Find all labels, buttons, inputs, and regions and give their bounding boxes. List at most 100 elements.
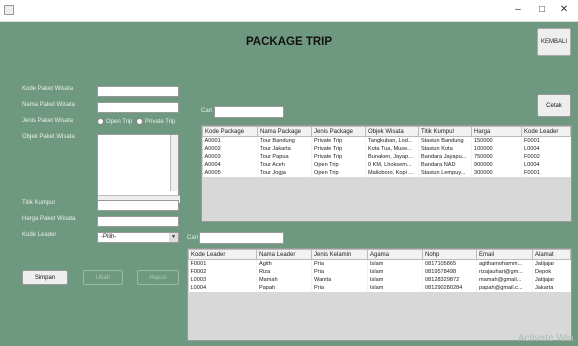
column-header[interactable]: Objek Wisata bbox=[365, 126, 419, 137]
table-cell: A0002 bbox=[202, 144, 258, 153]
private-trip-radio[interactable]: Private Trip bbox=[136, 118, 175, 125]
table-cell: Pria bbox=[311, 267, 368, 276]
table-row[interactable]: A0004 Tour Aceh Open Trip 0 KM, Lhoksem... B… bbox=[202, 160, 571, 169]
package-search-input[interactable] bbox=[214, 106, 284, 118]
table-cell: Tour Aceh bbox=[257, 160, 312, 169]
table-row[interactable]: A0001 Tour Bandung Private Trip Tangkuban, … bbox=[202, 136, 571, 145]
open-trip-label: Open Trip bbox=[106, 118, 133, 125]
table-cell: Private Trip bbox=[311, 144, 366, 153]
table-cell: Jatijajar bbox=[532, 259, 571, 268]
table-cell: Islam bbox=[367, 283, 423, 292]
column-header[interactable]: Harga bbox=[471, 126, 522, 137]
ubah-button[interactable]: Ubah bbox=[83, 270, 123, 285]
table-cell: Open Trip bbox=[311, 160, 366, 169]
table-cell: Pria bbox=[311, 283, 368, 292]
harga-input[interactable] bbox=[97, 216, 179, 227]
column-header[interactable]: Agama bbox=[367, 249, 423, 260]
table-cell: Bandara Jayapu... bbox=[418, 152, 472, 161]
header: PACKAGE TRIP KEMBALI bbox=[0, 22, 578, 62]
maximize-icon[interactable]: □ bbox=[534, 4, 550, 16]
hapus-button[interactable]: Hapus bbox=[137, 270, 179, 285]
table-cell: A0001 bbox=[202, 136, 258, 145]
kembali-button[interactable]: KEMBALI bbox=[537, 28, 571, 56]
radio-icon bbox=[97, 118, 104, 125]
table-cell: 900000 bbox=[471, 160, 522, 169]
table-cell: 0 KM, Lhoksem... bbox=[365, 160, 419, 169]
table-cell: L0004 bbox=[188, 283, 257, 292]
kode-leader-select[interactable]: -Pilih- ▼ bbox=[97, 232, 179, 243]
nama-paket-label: Nama Paket Wisata bbox=[22, 102, 76, 108]
table-cell: 750000 bbox=[471, 152, 522, 161]
table-cell: A0004 bbox=[202, 160, 258, 169]
table-cell: Islam bbox=[367, 259, 423, 268]
column-header[interactable]: Kode Leader bbox=[188, 249, 257, 260]
objek-paket-label: Objek Paket Wisata bbox=[22, 134, 75, 140]
table-cell: A0003 bbox=[202, 152, 258, 161]
harga-label: Harga Paket Wisata bbox=[22, 216, 76, 222]
table-cell: papah@gmail.c... bbox=[476, 283, 533, 292]
table-cell: Tour Bandung bbox=[257, 136, 312, 145]
cetak-button[interactable]: Cetak bbox=[537, 94, 571, 117]
leader-table[interactable]: Kode Leader Nama Leader Jenis Kelamin Ag… bbox=[187, 248, 572, 341]
simpan-button[interactable]: Simpan bbox=[22, 270, 68, 285]
table-cell: Agith bbox=[256, 259, 312, 268]
vertical-scrollbar[interactable] bbox=[170, 135, 178, 191]
column-header[interactable]: Kode Leader bbox=[521, 126, 571, 137]
table-cell: F0002 bbox=[188, 267, 257, 276]
table-row[interactable]: F0002 Riza Pria Islam 0819578498 rizajauhari@… bbox=[188, 267, 571, 276]
table-cell: Mamah bbox=[256, 275, 312, 284]
table-row[interactable]: L0004 Papah Pria Islam 081290280284 papah@gma… bbox=[188, 283, 571, 292]
nama-paket-input[interactable] bbox=[97, 102, 179, 113]
table-row[interactable]: A0002 Tour Jakarta Private Trip Kota Tua, M… bbox=[202, 144, 571, 153]
open-trip-radio[interactable]: Open Trip bbox=[97, 118, 132, 125]
table-cell: Tour Papua bbox=[257, 152, 312, 161]
table-cell: Riza bbox=[256, 267, 312, 276]
table-cell: F0002 bbox=[521, 152, 571, 161]
table-cell: Malioboro, Kopi ... bbox=[365, 168, 419, 177]
minimize-icon[interactable]: – bbox=[510, 4, 526, 16]
package-table[interactable]: Kode Package Nama Package Jenis Package … bbox=[201, 125, 572, 222]
column-header[interactable]: Jenis Package bbox=[311, 126, 366, 137]
app-icon bbox=[4, 5, 14, 15]
table-cell: Jakarta bbox=[532, 283, 571, 292]
objek-paket-textarea[interactable] bbox=[97, 134, 180, 204]
column-header[interactable]: Nama Leader bbox=[256, 249, 312, 260]
table-row[interactable]: F0001 Agith Pria Islam 0817105865 agithamoham… bbox=[188, 259, 571, 268]
table-cell: 100000 bbox=[471, 144, 522, 153]
column-header[interactable]: Jenis Kelamin bbox=[311, 249, 368, 260]
table-cell: Depok bbox=[532, 267, 571, 276]
column-header[interactable]: Nohp bbox=[422, 249, 477, 260]
column-header[interactable]: Titik Kumpul bbox=[418, 126, 472, 137]
table-cell: Islam bbox=[367, 275, 423, 284]
leader-search-input[interactable] bbox=[199, 232, 284, 244]
page-title: PACKAGE TRIP bbox=[245, 36, 333, 48]
column-header[interactable]: Alamat bbox=[532, 249, 571, 260]
table-row[interactable]: L0003 Mamah Wanita Islam 08128329872 mamah@gm… bbox=[188, 275, 571, 284]
table-cell: Tour Jakarta bbox=[257, 144, 312, 153]
table-cell: Private Trip bbox=[311, 152, 366, 161]
table-row[interactable]: A0003 Tour Papua Private Trip Bunaken, Jaya… bbox=[202, 152, 571, 161]
close-icon[interactable]: ✕ bbox=[556, 4, 572, 16]
table-cell: Stasiun Kota bbox=[418, 144, 472, 153]
table-cell: Pria bbox=[311, 259, 368, 268]
table-cell: L0004 bbox=[521, 160, 571, 169]
activation-watermark: Activate Win bbox=[518, 333, 574, 344]
column-header[interactable]: Email bbox=[476, 249, 533, 260]
column-header[interactable]: Kode Package bbox=[202, 126, 258, 137]
table-cell: L0004 bbox=[521, 144, 571, 153]
kode-paket-input[interactable] bbox=[97, 86, 179, 97]
table-cell: A0005 bbox=[202, 168, 258, 177]
private-trip-label: Private Trip bbox=[145, 118, 176, 125]
titik-kumpul-input[interactable] bbox=[97, 200, 179, 211]
table-cell: Stasiun Bandung bbox=[418, 136, 472, 145]
table-row[interactable]: A0005 Tour Jogja Open Trip Malioboro, Kopi … bbox=[202, 168, 571, 177]
chevron-down-icon: ▼ bbox=[169, 233, 178, 242]
table-cell: Wanita bbox=[311, 275, 368, 284]
table-cell: Papah bbox=[256, 283, 312, 292]
titik-kumpul-label: Titik Kumpul bbox=[22, 200, 55, 206]
table-cell: mamah@gmail... bbox=[476, 275, 533, 284]
table-cell: Bunaken, Jayap... bbox=[365, 152, 419, 161]
column-header[interactable]: Nama Package bbox=[257, 126, 312, 137]
table-cell: Jatijajar bbox=[532, 275, 571, 284]
title-bar: – □ ✕ bbox=[0, 0, 578, 22]
